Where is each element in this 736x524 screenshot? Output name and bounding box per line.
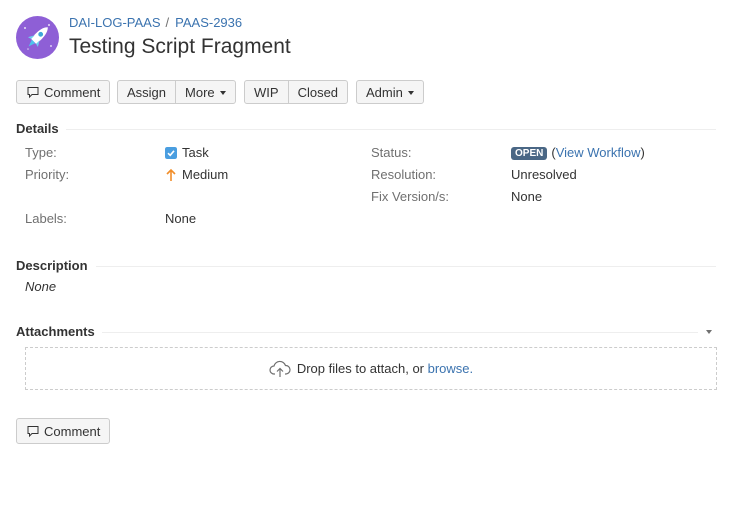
view-workflow-link[interactable]: View Workflow [556,145,641,161]
comment-button-group: Comment [16,80,111,104]
status-label: Status: [371,145,412,160]
attachment-dropzone[interactable]: Drop files to attach, or browse. [25,347,717,390]
browse-link[interactable]: browse. [428,361,474,376]
resolution-label: Resolution: [371,167,437,182]
type-value-text: Task [182,145,209,160]
status-paren-close: ) [640,145,645,160]
chevron-down-icon[interactable] [706,330,712,334]
page-title[interactable]: Testing Script Fragment [69,34,291,60]
comment-icon [27,426,39,438]
description-heading[interactable]: Description [16,258,88,274]
more-button[interactable]: More [175,81,235,103]
project-avatar[interactable] [16,16,59,59]
task-checkbox-icon [165,147,177,159]
type-value: Task [165,145,209,161]
footer-comment-label: Comment [44,423,101,439]
attachments-heading[interactable]: Attachments [16,324,95,340]
chevron-down-icon [219,91,226,95]
workflow-button-group: Assign More [117,80,236,104]
transition-button-group: WIP Closed [244,80,349,104]
admin-button[interactable]: Admin [357,81,423,103]
footer-comment-group: Comment [16,418,111,444]
assign-button[interactable]: Assign [118,81,175,103]
description-divider [96,266,716,267]
priority-value: Medium [165,167,228,183]
footer-comment-button[interactable]: Comment [17,419,109,443]
labels-label: Labels: [25,211,67,226]
cloud-upload-icon [269,360,291,377]
priority-label: Priority: [25,167,70,182]
closed-button-label: Closed [297,84,339,100]
drop-text: Drop files to attach, or [296,361,424,376]
wip-button-label: WIP [254,84,279,100]
comment-button[interactable]: Comment [17,81,109,103]
description-value[interactable]: None [25,279,56,295]
breadcrumb: DAI-LOG-PAAS / PAAS-2936 [69,15,242,31]
fix-version-value[interactable]: None [511,189,542,205]
wip-button[interactable]: WIP [245,81,288,103]
admin-button-label: Admin [366,84,403,100]
assign-button-label: Assign [127,84,167,100]
status-badge: OPEN [511,146,548,160]
issue-key-link[interactable]: PAAS-2936 [175,15,242,30]
closed-button[interactable]: Closed [287,81,347,103]
details-divider [66,129,716,130]
resolution-value: Unresolved [511,167,577,182]
attachments-divider [102,332,698,333]
details-heading[interactable]: Details [16,121,59,137]
labels-value[interactable]: None [165,211,196,227]
more-button-label: More [185,84,215,100]
project-link[interactable]: DAI-LOG-PAAS [69,15,161,30]
comment-button-label: Comment [44,84,101,100]
comment-icon [27,87,39,99]
arrow-up-icon [166,168,176,181]
breadcrumb-separator: / [165,15,170,30]
type-label: Type: [25,145,57,160]
rocket-icon [24,24,52,50]
chevron-down-icon [407,91,414,95]
priority-value-text: Medium [182,167,229,182]
status-value: OPEN (View Workflow) [511,145,645,161]
issue-view: DAI-LOG-PAAS / PAAS-2936 Testing Script Fr… [0,0,736,524]
admin-button-group: Admin [356,80,424,104]
fix-version-label: Fix Version/s: [371,189,450,204]
